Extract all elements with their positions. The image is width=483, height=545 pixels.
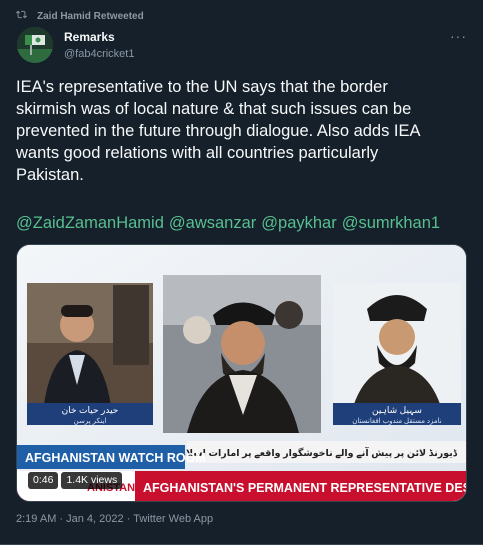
- left-panel-sub: اینکر پرسن: [74, 417, 107, 425]
- center-panel: [163, 275, 321, 433]
- right-panel: سہیل شاہین نامزد مستقل مندوب افغانستان: [333, 283, 461, 425]
- right-panel-sub: نامزد مستقل مندوب افغانستان: [352, 418, 442, 425]
- author-handle[interactable]: @fab4cricket1: [64, 47, 134, 61]
- right-panel-name: سہیل شاہین: [372, 405, 422, 416]
- more-icon[interactable]: ···: [450, 28, 467, 44]
- avatar-image: [17, 27, 53, 63]
- video-frame: حیدر حیات خان اینکر پرسن سہیل شاہین نامز…: [17, 245, 467, 501]
- tweet-text: IEA's representative to the UN says that…: [16, 78, 421, 184]
- left-panel: حیدر حیات خان اینکر پرسن: [27, 283, 153, 425]
- mention-link[interactable]: @sumrkhan1: [342, 212, 440, 234]
- mention-link[interactable]: @paykhar: [261, 212, 336, 234]
- views-badge: 1.4K views: [61, 472, 123, 489]
- tweet-meta[interactable]: 2:19 AM · Jan 4, 2022 · Twitter Web App: [16, 513, 213, 525]
- left-panel-name: حیدر حیات خان: [62, 405, 119, 415]
- retweet-label: Zaid Hamid Retweeted: [37, 10, 144, 22]
- mentions-row: @ZaidZamanHamid @awsanzar @paykhar @sumr…: [16, 212, 440, 234]
- mention-link[interactable]: @ZaidZamanHamid: [16, 212, 164, 234]
- avatar[interactable]: [17, 27, 53, 63]
- banner-right-text: AFGHANISTAN'S PERMANENT REPRESENTATIVE D…: [143, 481, 467, 495]
- mention-link[interactable]: @awsanzar: [169, 212, 256, 234]
- duration-badge: 0:46: [28, 472, 59, 489]
- author-block[interactable]: Remarks @fab4cricket1: [64, 30, 134, 61]
- video-badges: 0:46 1.4K views: [28, 472, 123, 489]
- retweet-header[interactable]: Zaid Hamid Retweeted: [16, 9, 144, 23]
- show-title: AFGHANISTAN WATCH ROOM: [25, 451, 206, 465]
- author-name[interactable]: Remarks: [64, 30, 134, 44]
- video-player[interactable]: حیدر حیات خان اینکر پرسن سہیل شاہین نامز…: [16, 244, 467, 502]
- retweet-icon: [16, 9, 27, 23]
